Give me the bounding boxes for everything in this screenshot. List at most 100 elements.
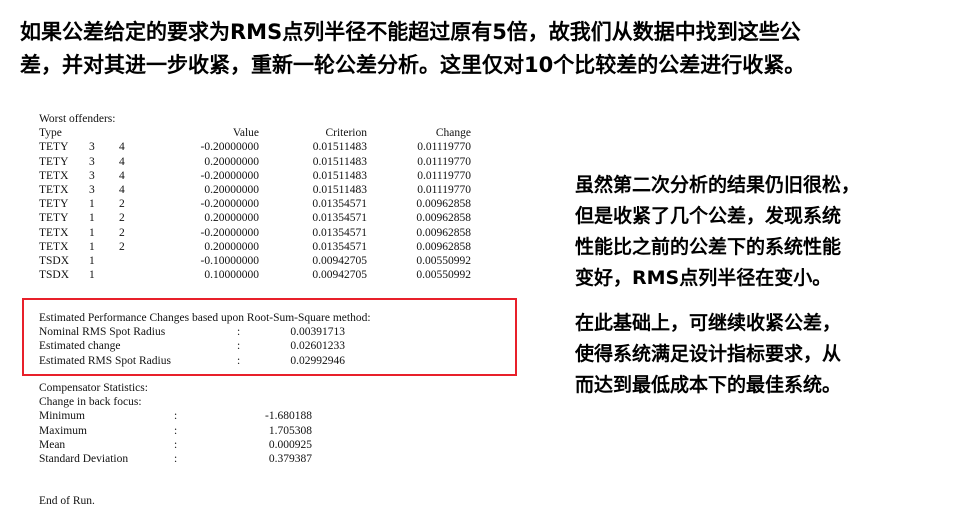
compensator-row: Maximum: 1.705308: [39, 424, 312, 438]
estimate-colon: :: [237, 340, 241, 353]
cell-value: 0.20000000: [204, 212, 259, 225]
compensator-value: 0.000925: [268, 438, 312, 451]
cell-surface-1: 1: [89, 212, 95, 225]
cell-surface-2: 4: [119, 183, 125, 196]
table-row: TSDX 1 0.10000000 0.00942705 0.00550992: [39, 268, 471, 282]
cell-type: TETX: [39, 169, 69, 182]
compensator-label: Maximum: [39, 424, 87, 437]
end-of-run: End of Run.: [39, 495, 95, 507]
cell-change: 0.01119770: [417, 141, 471, 154]
report-header-row: Type Value Criterion Change: [39, 126, 471, 140]
cell-type: TSDX: [39, 269, 70, 282]
compensator-colon: :: [174, 438, 178, 451]
cell-type: TETX: [39, 226, 69, 239]
compensator-value: 1.705308: [268, 424, 312, 437]
table-row: TETX 3 4 0.20000000 0.01511483 0.01119770: [39, 183, 471, 197]
cell-surface-1: 3: [89, 141, 95, 154]
offender-rows: TETY 3 4 -0.20000000 0.01511483 0.01119770 TET…: [39, 140, 471, 282]
estimate-value: 0.02992946: [290, 354, 345, 367]
compensator-row: Minimum: -1.680188: [39, 409, 312, 423]
side-text-line: 变好，RMS点列半径在变小。: [575, 267, 832, 289]
estimate-row: Estimated change: 0.02601233: [39, 339, 371, 353]
cell-surface-1: 1: [89, 254, 95, 267]
cell-surface-1: 1: [89, 198, 95, 211]
side-text-line: 但是收紧了几个公差，发现系统: [575, 205, 842, 227]
compensator-colon: :: [174, 410, 178, 423]
side-text-line: 虽然第二次分析的结果仍旧很松，: [575, 174, 861, 196]
cell-change: 0.00550992: [416, 269, 471, 282]
cell-surface-1: 3: [89, 183, 95, 196]
cell-change: 0.00962858: [416, 198, 471, 211]
estimated-performance-section: Estimated Performance Changes based upon…: [39, 311, 371, 368]
cell-type: TETX: [39, 183, 69, 196]
cell-value: 0.10000000: [204, 269, 259, 282]
cell-value: -0.20000000: [200, 198, 259, 211]
cell-type: TSDX: [39, 254, 70, 267]
table-row: TETX 1 2 -0.20000000 0.01354571 0.00962858: [39, 226, 471, 240]
cell-criterion: 0.01354571: [312, 212, 367, 225]
compensator-label: Minimum: [39, 410, 86, 423]
table-row: TETY 1 2 0.20000000 0.01354571 0.00962858: [39, 211, 471, 225]
cell-criterion: 0.01354571: [312, 198, 367, 211]
cell-surface-1: 1: [89, 240, 95, 253]
cell-surface-2: 4: [119, 169, 125, 182]
cell-type: TETY: [39, 155, 69, 168]
cell-type: TETY: [39, 141, 69, 154]
table-row: TSDX 1 -0.10000000 0.00942705 0.00550992: [39, 254, 471, 268]
compensator-title: Compensator Statistics:: [39, 382, 148, 394]
estimate-colon: :: [237, 326, 241, 339]
cell-surface-2: 2: [119, 198, 125, 211]
cell-surface-1: 1: [89, 226, 95, 239]
table-row: TETY 1 2 -0.20000000 0.01354571 0.00962858: [39, 197, 471, 211]
estimate-colon: :: [237, 354, 241, 367]
worst-offenders-report: Worst offenders: Type Value Criterion Ch…: [39, 112, 471, 282]
compensator-label: Mean: [39, 438, 66, 451]
cell-criterion: 0.01511483: [312, 169, 367, 182]
compensator-colon: :: [174, 424, 178, 437]
estimate-title: Estimated Performance Changes based upon…: [39, 312, 371, 324]
cell-surface-1: 1: [89, 269, 95, 282]
cell-criterion: 0.01354571: [312, 226, 367, 239]
cell-surface-2: 2: [119, 226, 125, 239]
header-change: Change: [435, 127, 471, 140]
estimate-label: Nominal RMS Spot Radius: [39, 326, 166, 339]
compensator-row: Mean: 0.000925: [39, 438, 312, 452]
estimate-label: Estimated change: [39, 340, 121, 353]
cell-change: 0.01119770: [417, 169, 471, 182]
cell-value: -0.20000000: [200, 226, 259, 239]
cell-value: 0.20000000: [204, 240, 259, 253]
cell-surface-1: 3: [89, 169, 95, 182]
cell-criterion: 0.00942705: [312, 269, 367, 282]
cell-change: 0.01119770: [417, 155, 471, 168]
cell-change: 0.01119770: [417, 183, 471, 196]
cell-change: 0.00550992: [416, 254, 471, 267]
cell-criterion: 0.01354571: [312, 240, 367, 253]
cell-criterion: 0.01511483: [312, 141, 367, 154]
side-paragraph-1: 虽然第二次分析的结果仍旧很松， 但是收紧了几个公差，发现系统 性能比之前的公差下的系…: [575, 170, 945, 294]
side-text-line: 而达到最低成本下的最佳系统。: [575, 374, 842, 396]
cell-surface-2: 2: [119, 212, 125, 225]
compensator-subtitle: Change in back focus:: [39, 396, 142, 409]
side-text-line: 使得系统满足设计指标要求，从: [575, 343, 842, 365]
estimate-row: Nominal RMS Spot Radius: 0.00391713: [39, 325, 371, 339]
side-paragraph-2: 在此基础上，可继续收紧公差， 使得系统满足设计指标要求，从 而达到最低成本下的最佳系…: [575, 308, 945, 401]
estimate-value: 0.00391713: [290, 326, 345, 339]
cell-value: -0.20000000: [200, 169, 259, 182]
cell-change: 0.00962858: [416, 240, 471, 253]
table-row: TETY 3 4 -0.20000000 0.01511483 0.01119770: [39, 140, 471, 154]
cell-surface-2: 2: [119, 240, 125, 253]
cell-change: 0.00962858: [416, 212, 471, 225]
compensator-statistics: Compensator Statistics: Change in back f…: [39, 381, 312, 466]
header-type: Type: [39, 127, 62, 140]
cell-criterion: 0.01511483: [312, 155, 367, 168]
cell-change: 0.00962858: [416, 226, 471, 239]
cell-criterion: 0.00942705: [312, 254, 367, 267]
table-row: TETX 1 2 0.20000000 0.01354571 0.00962858: [39, 240, 471, 254]
compensator-value: 0.379387: [268, 452, 312, 465]
cell-value: 0.20000000: [204, 155, 259, 168]
cell-value: -0.20000000: [200, 141, 259, 154]
cell-criterion: 0.01511483: [312, 183, 367, 196]
estimate-value: 0.02601233: [290, 340, 345, 353]
side-text-line: 性能比之前的公差下的系统性能: [575, 236, 842, 258]
cell-value: -0.10000000: [200, 254, 259, 267]
